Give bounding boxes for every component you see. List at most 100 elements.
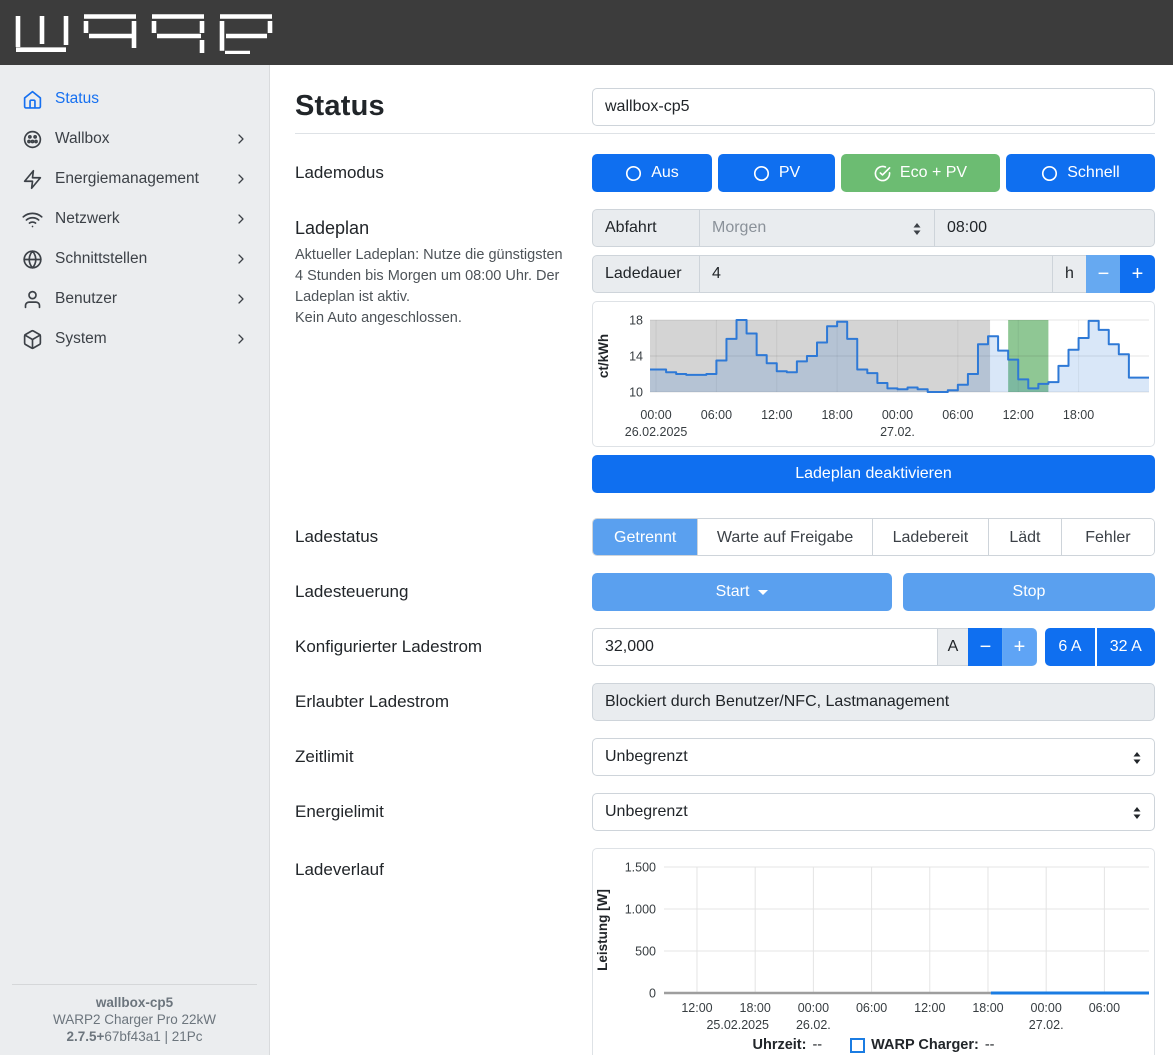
ladedauer-addon-label: Ladedauer (592, 255, 700, 293)
svg-text:27.02.: 27.02. (1029, 1018, 1064, 1032)
sidebar-item-label: Wallbox (55, 130, 233, 148)
energielimit-label: Energielimit (295, 802, 592, 822)
charge-history-chart: 1.5001.0005000Leistung [W]12:0018:0000:0… (593, 851, 1154, 1035)
wallbox-socket-icon (22, 129, 43, 150)
ampere-unit-label: A (937, 628, 969, 666)
current-minus-button[interactable]: − (968, 628, 1003, 666)
svg-text:18:00: 18:00 (740, 1001, 771, 1015)
svg-text:14: 14 (629, 350, 643, 364)
allowed-current-readonly: Blockiert durch Benutzer/NFC, Lastmanage… (592, 683, 1155, 721)
svg-text:12:00: 12:00 (761, 408, 792, 422)
ladeplan-label-block: Ladeplan Aktueller Ladeplan: Nutze die g… (295, 209, 592, 329)
preset-32a-button[interactable]: 32 A (1097, 628, 1156, 666)
sidebar-item-schnittstellen[interactable]: Schnittstellen (0, 239, 269, 279)
chevron-right-icon (233, 331, 249, 347)
svg-text:26.02.2025: 26.02.2025 (625, 425, 688, 439)
svg-text:12:00: 12:00 (1003, 408, 1034, 422)
chevron-right-icon (233, 171, 249, 187)
preset-6a-button[interactable]: 6 A (1045, 628, 1095, 666)
departure-select[interactable]: Morgen (699, 209, 935, 247)
user-icon (22, 289, 43, 310)
circle-icon (625, 165, 642, 182)
sidebar-item-status[interactable]: Status (0, 79, 269, 119)
device-hostname: wallbox-cp5 (12, 994, 257, 1011)
firmware-version: 2.7.5+67bf43a1 | 21Pc (12, 1028, 257, 1045)
circle-icon (1041, 165, 1058, 182)
abfahrt-addon-label: Abfahrt (592, 209, 700, 247)
erlaubter-ladestrom-label: Erlaubter Ladestrom (295, 692, 592, 712)
svg-text:18: 18 (629, 314, 643, 328)
chevron-right-icon (233, 131, 249, 147)
power-chart-card: 1.5001.0005000Leistung [W]12:0018:0000:0… (592, 848, 1155, 1055)
display-name-input[interactable] (592, 88, 1155, 126)
svg-text:12:00: 12:00 (681, 1001, 712, 1015)
status-ladebereit[interactable]: Ladebereit (872, 519, 988, 556)
sidebar-item-system[interactable]: System (0, 319, 269, 359)
top-header-bar (0, 0, 1173, 65)
ladeverlauf-label: Ladeverlauf (295, 848, 592, 880)
svg-text:18:00: 18:00 (972, 1001, 1003, 1015)
mode-pv-button[interactable]: PV (718, 154, 835, 192)
ladesteuerung-label: Ladesteuerung (295, 582, 592, 602)
home-icon (22, 89, 43, 110)
sidebar-item-label: Netzwerk (55, 210, 233, 228)
status-fehler[interactable]: Fehler (1061, 519, 1154, 556)
sidebar-item-wallbox[interactable]: Wallbox (0, 119, 269, 159)
svg-text:00:00: 00:00 (640, 408, 671, 422)
mode-schnell-button[interactable]: Schnell (1006, 154, 1155, 192)
ladeplan-car-status: Kein Auto angeschlossen. (295, 308, 572, 329)
svg-text:18:00: 18:00 (821, 408, 852, 422)
legend-checkbox[interactable] (850, 1038, 865, 1053)
warp-logo (14, 12, 286, 54)
main-content: Status Lademodus Aus PV Eco + PV (270, 65, 1173, 1055)
sidebar-item-benutzer[interactable]: Benutzer (0, 279, 269, 319)
sidebar-item-netzwerk[interactable]: Netzwerk (0, 199, 269, 239)
mode-aus-button[interactable]: Aus (592, 154, 712, 192)
sidebar-item-label: Status (55, 90, 249, 108)
ladeplan-deactivate-button[interactable]: Ladeplan deaktivieren (592, 455, 1155, 493)
mode-eco-pv-button[interactable]: Eco + PV (841, 154, 1000, 192)
svg-text:Leistung [W]: Leistung [W] (595, 889, 610, 971)
ladedauer-plus-button[interactable]: + (1120, 255, 1155, 293)
circle-icon (753, 165, 770, 182)
chevron-right-icon (233, 211, 249, 227)
sidebar-item-label: Energiemanagement (55, 170, 233, 188)
energy-limit-select[interactable]: Unbegrenzt (592, 793, 1155, 831)
chevron-right-icon (233, 291, 249, 307)
sidebar-item-label: Benutzer (55, 290, 233, 308)
chevron-right-icon (233, 251, 249, 267)
svg-text:26.02.: 26.02. (796, 1018, 831, 1032)
check-circle-icon (874, 165, 891, 182)
wifi-icon (22, 209, 43, 230)
status-getrennt[interactable]: Getrennt (593, 519, 697, 556)
sidebar: Status Wallbox Energiemanagement Netzwer… (0, 65, 270, 1055)
current-plus-button[interactable]: + (1002, 628, 1037, 666)
ladedauer-minus-button[interactable]: − (1086, 255, 1121, 293)
zap-icon (22, 169, 43, 190)
status-warte-auf-freigabe[interactable]: Warte auf Freigabe (697, 519, 871, 556)
zeitlimit-label: Zeitlimit (295, 747, 592, 767)
ladedauer-unit-label: h (1052, 255, 1087, 293)
svg-text:0: 0 (649, 987, 656, 1001)
svg-text:ct/kWh: ct/kWh (596, 334, 611, 378)
chart-legend: Uhrzeit: -- WARP Charger: -- (593, 1037, 1154, 1053)
charge-status-segments: Getrennt Warte auf Freigabe Ladebereit L… (592, 518, 1155, 556)
departure-time-input[interactable]: 08:00 (934, 209, 1155, 247)
start-charging-button[interactable]: Start (592, 573, 892, 611)
ladedauer-value-input[interactable]: 4 (699, 255, 1053, 293)
svg-text:00:00: 00:00 (1031, 1001, 1062, 1015)
stop-charging-button[interactable]: Stop (903, 573, 1155, 611)
device-model: WARP2 Charger Pro 22kW (12, 1011, 257, 1028)
sidebar-item-label: Schnittstellen (55, 250, 233, 268)
svg-text:1.000: 1.000 (625, 903, 656, 917)
ladestatus-label: Ladestatus (295, 527, 592, 547)
sidebar-item-energiemanagement[interactable]: Energiemanagement (0, 159, 269, 199)
svg-text:27.02.: 27.02. (880, 425, 915, 439)
legend-time: Uhrzeit: -- (752, 1037, 822, 1053)
globe-icon (22, 249, 43, 270)
lademodus-label: Lademodus (295, 163, 592, 183)
charge-current-input[interactable] (592, 628, 938, 666)
time-limit-select[interactable]: Unbegrenzt (592, 738, 1155, 776)
status-laedt[interactable]: Lädt (988, 519, 1061, 556)
electricity-price-chart: 181410ct/kWh00:0006:0012:0018:0000:0006:… (593, 302, 1154, 446)
